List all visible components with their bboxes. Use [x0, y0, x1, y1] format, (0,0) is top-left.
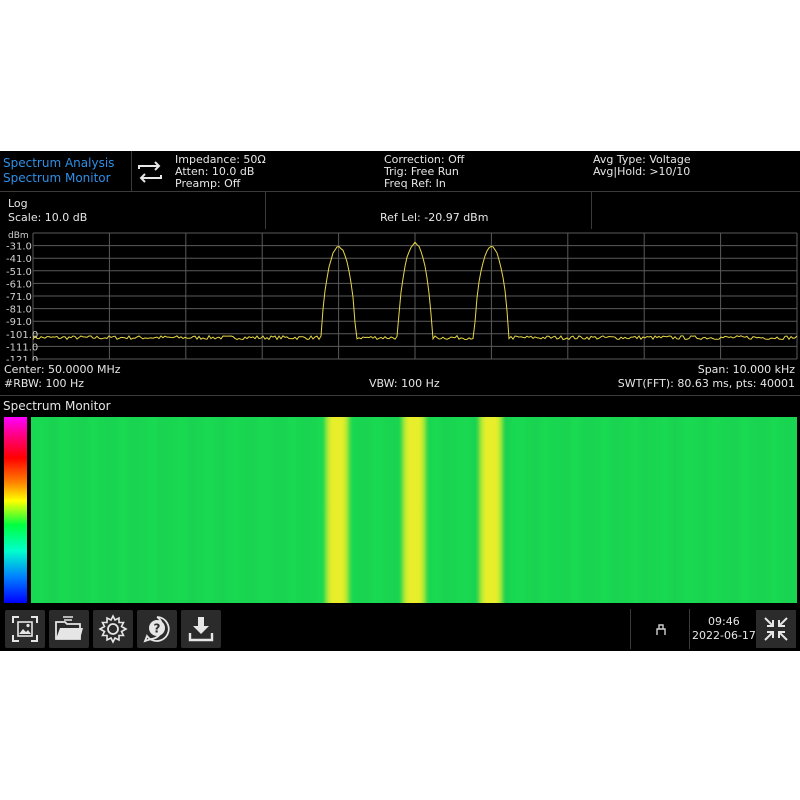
y-tick-label: -31.0 — [6, 242, 32, 253]
center-freq-label: Center: 50.0000 MHz — [4, 363, 121, 376]
analyzer-screen: Spectrum Analysis Spectrum Monitor Imped… — [0, 151, 800, 651]
spectrum-plot[interactable]: dBm -31.0 -41.0 -51.0 -61.0 -71.0 -81.0 -91.0 -1… — [0, 231, 800, 361]
usb-status — [632, 609, 688, 649]
settings-icon — [98, 614, 128, 644]
download-button[interactable] — [181, 610, 221, 648]
waterfall-signal-band — [401, 417, 427, 603]
color-scale-bar — [4, 417, 27, 603]
freq-ref-label: Freq Ref: In — [384, 177, 446, 190]
info-divider-2 — [591, 192, 592, 229]
vbw-label: VBW: 100 Hz — [369, 377, 440, 390]
ref-level-label: Ref Lel: -20.97 dBm — [380, 211, 489, 224]
span-label: Span: 10.000 kHz — [697, 363, 795, 376]
settings-button[interactable] — [93, 610, 133, 648]
help-button[interactable]: ? — [137, 610, 177, 648]
y-tick-label: -121.0 — [6, 355, 38, 361]
clock: 09:46 2022-06-17 — [690, 609, 756, 649]
folder-icon — [55, 616, 83, 640]
waterfall-divider — [0, 395, 800, 396]
screenshot-icon — [12, 616, 38, 642]
info-divider — [265, 192, 266, 229]
rbw-label: #RBW: 100 Hz — [4, 377, 84, 390]
y-unit-label: dBm — [8, 231, 29, 241]
preamp-label: Preamp: Off — [175, 177, 241, 190]
swap-mode-icon[interactable] — [133, 158, 167, 186]
y-tick-label: -91.0 — [6, 317, 32, 328]
y-tick-label: -111.0 — [6, 342, 38, 353]
scale-type-label: Log — [8, 197, 28, 210]
spectrum-svg: dBm-31.0-41.0 -51.0-61.0 -71.0 -81.0-91.0 -1… — [6, 231, 798, 361]
clock-time: 09:46 — [708, 615, 740, 628]
y-tick-label: -51.0 — [6, 267, 32, 278]
help-icon: ? — [143, 616, 170, 643]
mode-subtitle: Spectrum Monitor — [3, 171, 111, 185]
waterfall-title: Spectrum Monitor — [3, 399, 111, 413]
waterfall-signal-band — [477, 417, 504, 603]
y-tick-label: -41.0 — [6, 254, 32, 265]
screenshot-button[interactable] — [5, 610, 45, 648]
svg-text:?: ? — [154, 622, 161, 636]
sweep-time-label: SWT(FFT): 80.63 ms, pts: 40001 — [617, 377, 795, 390]
plot-grid — [32, 232, 798, 360]
y-tick-label: -71.0 — [6, 292, 32, 303]
scale-label: Scale: 10.0 dB — [8, 211, 88, 224]
download-icon — [188, 617, 214, 642]
avg-hold-label: Avg|Hold: >10/10 — [593, 165, 691, 178]
clock-date: 2022-06-17 — [692, 629, 756, 642]
mode-tab[interactable]: Spectrum Analysis Spectrum Monitor — [0, 151, 130, 191]
y-tick-label: -81.0 — [6, 305, 32, 316]
waterfall-display[interactable] — [31, 417, 797, 603]
collapse-icon — [764, 617, 788, 641]
header-bottom-divider — [0, 191, 800, 192]
fullscreen-exit-button[interactable] — [756, 610, 796, 648]
y-tick-label: -61.0 — [6, 279, 32, 290]
toolbar-divider — [630, 609, 631, 649]
header-divider — [131, 151, 132, 191]
mode-title: Spectrum Analysis — [3, 156, 115, 170]
file-manager-button[interactable] — [49, 610, 89, 648]
waterfall-signal-band — [324, 417, 351, 603]
usb-icon — [656, 624, 666, 635]
